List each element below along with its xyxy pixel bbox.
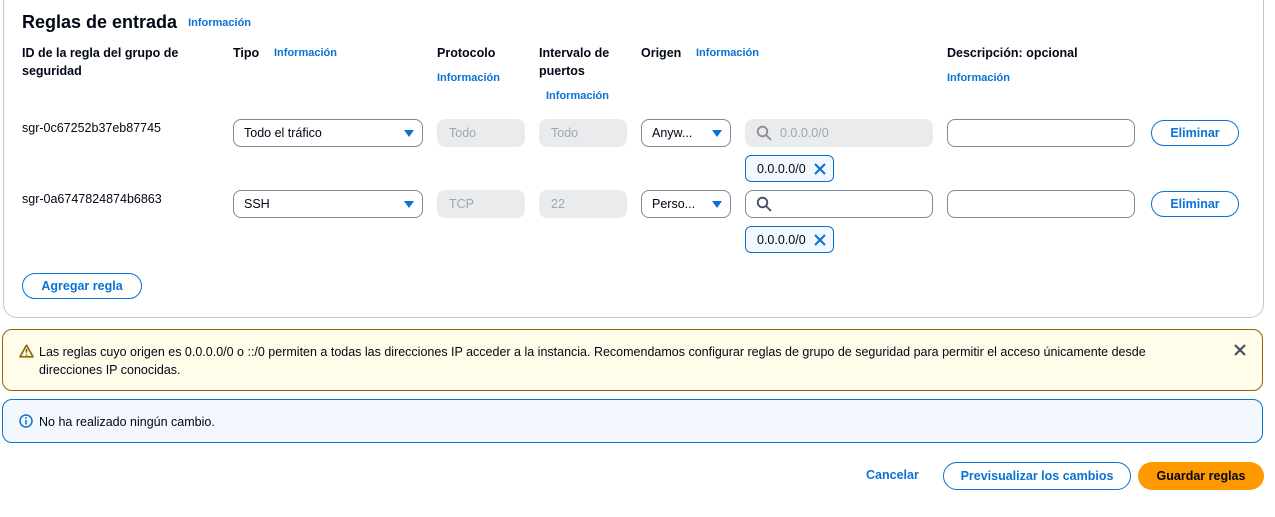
column-header-protocol: Protocolo [437, 46, 496, 60]
caret-down-icon [404, 200, 414, 208]
delete-rule-button[interactable]: Eliminar [1151, 120, 1239, 146]
caret-down-icon [712, 200, 722, 208]
port-range-info-link[interactable]: Información [546, 90, 609, 102]
warning-message: Las reglas cuyo origen es 0.0.0.0/0 o ::… [39, 343, 1209, 379]
column-header-description: Descripción: opcional [947, 46, 1078, 60]
search-icon [756, 125, 772, 141]
caret-down-icon [404, 129, 414, 137]
add-rule-button[interactable]: Agregar regla [22, 273, 142, 299]
rule-id-header-line2: seguridad [22, 64, 82, 78]
source-select-value: Anyw... [652, 126, 693, 140]
column-header-source: Origen [641, 46, 682, 60]
search-icon [756, 196, 772, 212]
page-title-text: Reglas de entrada [22, 12, 178, 32]
cidr-search-input: 0.0.0.0/0 [745, 119, 933, 147]
column-header-port-range: Intervalo de puertos [539, 44, 609, 80]
save-rules-button[interactable]: Guardar reglas [1138, 462, 1264, 490]
rule-id-header-line1: ID de la regla del grupo de [22, 46, 179, 60]
caret-down-icon [712, 129, 722, 137]
warning-triangle-icon [19, 344, 34, 358]
column-header-type: Tipo [233, 46, 260, 60]
rule-id: sgr-0c67252b37eb87745 [22, 121, 162, 135]
column-header-rule-id: ID de la regla del grupo de seguridad [22, 44, 178, 80]
warning-line2: direcciones IP conocidas. [39, 363, 181, 377]
dismiss-close-icon[interactable] [1233, 343, 1247, 357]
inbound-rules-panel: Reglas de entrada Información ID de la r… [3, 0, 1264, 318]
info-alert: No ha realizado ningún cambio. [2, 399, 1263, 443]
cidr-search-input[interactable] [745, 190, 933, 218]
description-info-link[interactable]: Información [947, 72, 1010, 84]
cidr-search-placeholder: 0.0.0.0/0 [780, 126, 829, 140]
protocol-field: TCP [437, 190, 525, 218]
port-range-header-line2: puertos [539, 64, 585, 78]
close-icon[interactable] [813, 233, 827, 247]
type-select[interactable]: Todo el tráfico [233, 119, 423, 147]
preview-changes-button[interactable]: Previsualizar los cambios [943, 462, 1131, 490]
rule-id: sgr-0a6747824874b6863 [22, 192, 162, 206]
page-title: Reglas de entrada Información [22, 12, 251, 33]
port-range-header-line1: Intervalo de [539, 46, 610, 60]
source-select[interactable]: Anyw... [641, 119, 731, 147]
description-input[interactable] [947, 119, 1135, 147]
type-select-value: SSH [244, 197, 270, 211]
info-circle-icon [19, 414, 33, 428]
protocol-info-link[interactable]: Información [437, 72, 500, 84]
warning-line1: Las reglas cuyo origen es 0.0.0.0/0 o ::… [39, 345, 1146, 359]
cidr-token: 0.0.0.0/0 [745, 155, 834, 182]
source-select-value: Perso... [652, 197, 696, 211]
port-range-field: Todo [539, 119, 627, 147]
info-message: No ha realizado ningún cambio. [39, 415, 215, 429]
port-range-field: 22 [539, 190, 627, 218]
warning-alert: Las reglas cuyo origen es 0.0.0.0/0 o ::… [2, 329, 1263, 391]
title-info-link[interactable]: Información [188, 17, 251, 29]
source-info-link[interactable]: Información [696, 47, 759, 59]
cidr-token-label: 0.0.0.0/0 [757, 161, 806, 176]
cidr-token-label: 0.0.0.0/0 [757, 232, 806, 247]
type-select-value: Todo el tráfico [244, 126, 322, 140]
source-select[interactable]: Perso... [641, 190, 731, 218]
cidr-token: 0.0.0.0/0 [745, 226, 834, 253]
protocol-field: Todo [437, 119, 525, 147]
type-select[interactable]: SSH [233, 190, 423, 218]
close-icon[interactable] [813, 162, 827, 176]
description-input[interactable] [947, 190, 1135, 218]
delete-rule-button[interactable]: Eliminar [1151, 191, 1239, 217]
cancel-button[interactable]: Cancelar [866, 468, 919, 482]
type-info-link[interactable]: Información [274, 47, 337, 59]
